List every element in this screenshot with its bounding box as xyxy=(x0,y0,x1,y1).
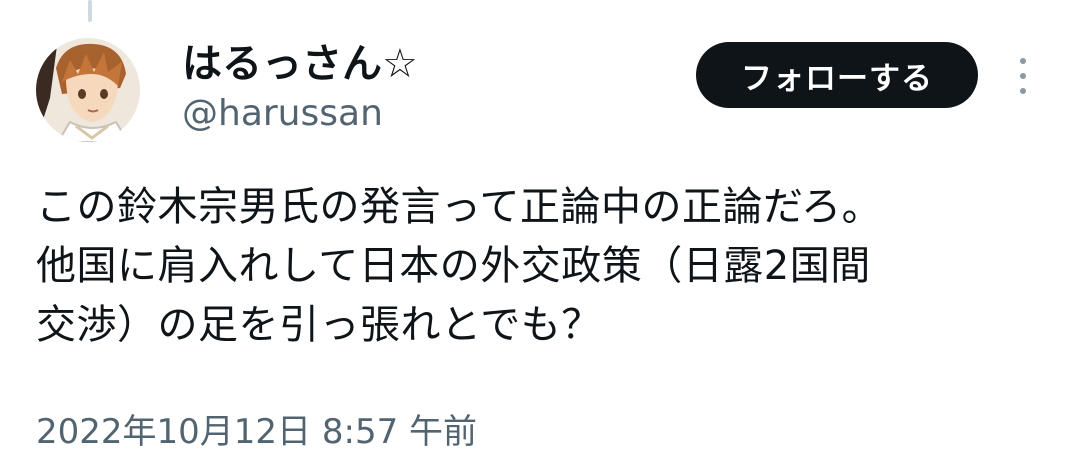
more-vertical-icon-dot xyxy=(1020,73,1026,79)
user-handle[interactable]: @harussan xyxy=(182,92,383,136)
tweet-text: この鈴木宗男氏の発言って正論中の正論だろ。 他国に肩入れして日本の外交政策（日露… xyxy=(36,178,1046,355)
tweet-text-line: 他国に肩入れして日本の外交政策（日露2国間 xyxy=(36,243,871,289)
follow-button-label: フォローする xyxy=(741,60,933,97)
avatar[interactable] xyxy=(36,38,140,142)
tweet-text-line: この鈴木宗男氏の発言って正論中の正論だろ。 xyxy=(36,184,883,230)
tweet-text-line: 交渉）の足を引っ張れとでも？ xyxy=(36,302,602,348)
more-options-button[interactable] xyxy=(1008,58,1038,94)
more-vertical-icon-dot xyxy=(1020,88,1026,94)
anime-character-avatar-icon xyxy=(36,38,140,142)
display-name[interactable]: はるっさん☆ xyxy=(182,40,418,88)
tweet-card: はるっさん☆ @harussan フォローする この鈴木宗男氏の発言って正論中の… xyxy=(0,0,1080,464)
thread-connector-line xyxy=(88,0,92,22)
follow-button[interactable]: フォローする xyxy=(696,42,978,108)
more-vertical-icon xyxy=(1020,58,1026,64)
tweet-timestamp[interactable]: 2022年10月12日 8:57 午前 xyxy=(36,410,477,454)
